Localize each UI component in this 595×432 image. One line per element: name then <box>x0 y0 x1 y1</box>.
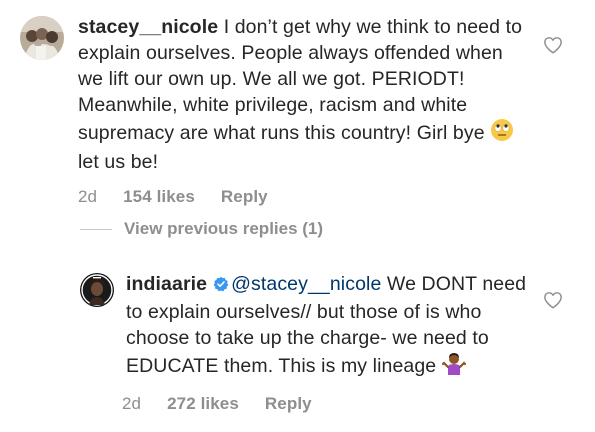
view-previous-replies[interactable]: View previous replies (1) <box>80 219 323 239</box>
username[interactable]: indiaarie <box>126 273 207 295</box>
comment-meta: 2d 272 likes Reply <box>122 391 538 417</box>
likes-count[interactable]: 272 likes <box>167 391 239 417</box>
timestamp[interactable]: 2d <box>122 391 141 417</box>
reply-button[interactable]: Reply <box>265 391 312 417</box>
heart-outline-icon[interactable] <box>543 36 563 54</box>
mention-link[interactable]: @stacey__nicole <box>231 273 381 295</box>
timestamp[interactable]: 2d <box>78 184 97 210</box>
comment-text: stacey__nicole I don’t get why we think … <box>78 14 528 210</box>
heart-outline-icon[interactable] <box>543 291 563 309</box>
face-with-rolling-eyes-icon <box>490 118 514 149</box>
comment-indiaarie: indiaarie @stacey__nicole We DONT need t… <box>80 271 550 417</box>
avatar-image <box>20 16 64 60</box>
avatar[interactable] <box>20 16 64 60</box>
comment-meta: 2d 154 likes Reply <box>78 184 528 210</box>
avatar-image <box>80 273 114 307</box>
reply-button[interactable]: Reply <box>221 184 268 210</box>
likes-count[interactable]: 154 likes <box>123 184 195 210</box>
replies-divider <box>80 228 112 230</box>
comment-stacey: stacey__nicole I don’t get why we think … <box>20 14 540 210</box>
avatar[interactable] <box>80 273 114 307</box>
comment-content-end: let us be! <box>78 151 159 173</box>
comment-text: indiaarie @stacey__nicole We DONT need t… <box>122 271 538 417</box>
person-shrugging-icon <box>441 351 466 382</box>
view-replies-label[interactable]: View previous replies (1) <box>124 219 323 239</box>
username[interactable]: stacey__nicole <box>78 16 218 38</box>
verified-badge-icon <box>213 273 229 299</box>
